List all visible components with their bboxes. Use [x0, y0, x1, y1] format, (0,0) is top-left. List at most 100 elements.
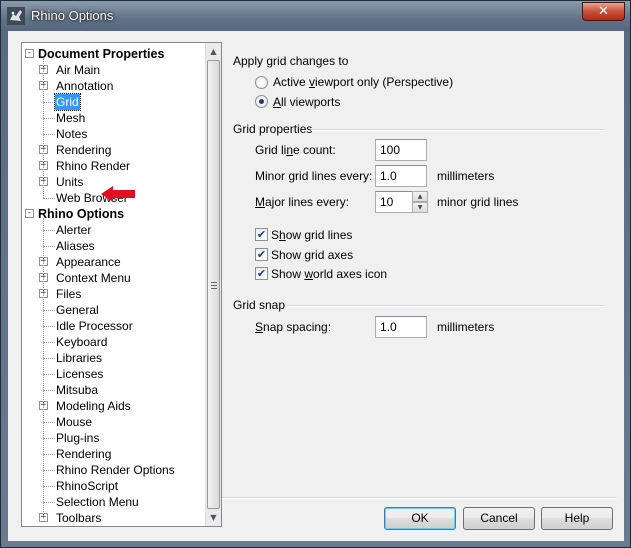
minor-grid-unit: millimeters: [437, 169, 495, 183]
snap-spacing-label: Snap spacing:: [255, 320, 332, 334]
tree-item[interactable]: Plug-ins: [22, 430, 206, 446]
tree-item-label: General: [56, 303, 99, 317]
tree-connector: [43, 470, 55, 471]
tree-connector: [43, 374, 55, 375]
tree-item[interactable]: Licenses: [22, 366, 206, 382]
tree-item-label: Rhino Render: [56, 159, 131, 173]
tree-item[interactable]: - Rhino Options: [22, 206, 206, 222]
tree-item[interactable]: + Toolbars: [22, 510, 206, 526]
tree-connector: [43, 230, 55, 231]
tree-item[interactable]: Rendering: [22, 446, 206, 462]
help-button[interactable]: Help: [541, 507, 613, 530]
all-viewports-radio[interactable]: [255, 95, 268, 108]
tree-connector: [43, 102, 55, 103]
major-lines-label: Major lines every:: [255, 195, 350, 209]
tree-item[interactable]: + Annotation: [22, 78, 206, 94]
tree-item[interactable]: Aliases: [22, 238, 206, 254]
tree-connector: [43, 454, 55, 455]
scroll-down-icon[interactable]: ▼: [206, 509, 221, 526]
tree-connector: [43, 422, 55, 423]
tree-item-label: Plug-ins: [56, 431, 100, 445]
all-viewports-label[interactable]: All viewports: [273, 95, 340, 109]
tree-connector: [43, 502, 55, 503]
tree-item[interactable]: Mesh: [22, 110, 206, 126]
tree-item[interactable]: RhinoScript: [22, 478, 206, 494]
tree-connector: [43, 310, 55, 311]
tree-item[interactable]: + Rhino Render: [22, 158, 206, 174]
major-lines-spinner[interactable]: ▲ ▼: [412, 191, 428, 213]
grid-snap-heading: Grid snap: [233, 298, 286, 312]
tree-item-label: Mouse: [56, 415, 93, 429]
cancel-button[interactable]: Cancel: [463, 507, 535, 530]
tree-item-label: Selection Menu: [56, 495, 139, 509]
major-lines-unit: minor grid lines: [437, 195, 519, 209]
tree-item[interactable]: Mitsuba: [22, 382, 206, 398]
tree-item-label: Rendering: [56, 143, 112, 157]
show-world-axes-label[interactable]: Show world axes icon: [271, 267, 387, 281]
tree-item-label: Grid: [54, 93, 81, 111]
collapse-icon[interactable]: -: [25, 209, 34, 218]
grid-properties-heading: Grid properties: [233, 122, 313, 136]
tree-item[interactable]: + Rendering: [22, 142, 206, 158]
tree-item-label: Licenses: [56, 367, 104, 381]
tree-item-label: Mesh: [56, 111, 86, 125]
show-grid-lines-checkbox[interactable]: ✔: [255, 228, 268, 241]
tree-item[interactable]: Rhino Render Options: [22, 462, 206, 478]
tree-item[interactable]: Idle Processor: [22, 318, 206, 334]
scroll-grip-icon: [211, 282, 217, 289]
options-tree[interactable]: - Document Properties + Air Main + Annotation…: [21, 42, 222, 527]
grid-line-count-input[interactable]: 100: [375, 139, 427, 161]
tree-item-label: Alerter: [56, 223, 92, 237]
grid-snap-divider: [286, 305, 604, 307]
show-world-axes-checkbox[interactable]: ✔: [255, 267, 268, 280]
ok-button[interactable]: OK: [384, 507, 456, 530]
minor-grid-lines-label: Minor grid lines every:: [255, 169, 373, 183]
active-viewport-radio[interactable]: [255, 76, 268, 89]
tree-connector: [43, 246, 55, 247]
tree-connector: [43, 390, 55, 391]
tree-connector: [43, 438, 55, 439]
show-grid-axes-checkbox[interactable]: ✔: [255, 248, 268, 261]
tree-item[interactable]: Selection Menu: [22, 494, 206, 510]
tree-item[interactable]: + Files: [22, 286, 206, 302]
grid-settings-panel: Apply grid changes to Active viewport on…: [222, 42, 617, 512]
rhino-app-icon: [7, 7, 25, 25]
close-button[interactable]: ✕: [582, 2, 625, 21]
title-bar[interactable]: Rhino Options ✕: [1, 1, 630, 31]
tree-item[interactable]: - Document Properties: [22, 46, 206, 62]
tree-item[interactable]: Grid: [22, 93, 206, 111]
close-icon: ✕: [598, 4, 609, 19]
tree-item[interactable]: Alerter: [22, 222, 206, 238]
scroll-up-icon[interactable]: ▲: [206, 43, 221, 60]
spin-down-icon[interactable]: ▼: [412, 202, 428, 213]
tree-item[interactable]: + Air Main: [22, 62, 206, 78]
tree-item[interactable]: General: [22, 302, 206, 318]
red-arrow-annotation-icon: [101, 186, 135, 202]
tree-item-label: Aliases: [56, 239, 95, 253]
tree-item[interactable]: + Appearance: [22, 254, 206, 270]
tree-item-label: Appearance: [56, 255, 121, 269]
tree-item[interactable]: + Modeling Aids: [22, 398, 206, 414]
collapse-icon[interactable]: -: [25, 49, 34, 58]
snap-spacing-input[interactable]: 1.0: [375, 316, 427, 338]
spin-up-icon[interactable]: ▲: [412, 191, 428, 202]
minor-grid-lines-input[interactable]: 1.0: [375, 165, 427, 187]
tree-item-label: Mitsuba: [56, 383, 99, 397]
tree-connector: [43, 134, 55, 135]
show-grid-lines-label[interactable]: Show grid lines: [271, 228, 352, 242]
snap-spacing-unit: millimeters: [437, 320, 495, 334]
show-grid-axes-label[interactable]: Show grid axes: [271, 248, 353, 262]
scroll-thumb[interactable]: [207, 60, 220, 509]
tree-vertical-scrollbar[interactable]: ▲ ▼: [205, 43, 221, 526]
tree-item-label: Libraries: [56, 351, 103, 365]
tree-item[interactable]: Notes: [22, 126, 206, 142]
tree-item[interactable]: Keyboard: [22, 334, 206, 350]
tree-item[interactable]: Mouse: [22, 414, 206, 430]
grid-properties-divider: [311, 129, 604, 131]
tree-item[interactable]: + Context Menu: [22, 270, 206, 286]
tree-item-label: Rhino Render Options: [56, 463, 175, 477]
major-lines-input[interactable]: 10: [375, 191, 413, 213]
tree-item[interactable]: Libraries: [22, 350, 206, 366]
tree-item-label: Notes: [56, 127, 88, 141]
active-viewport-label[interactable]: Active viewport only (Perspective): [273, 75, 453, 89]
